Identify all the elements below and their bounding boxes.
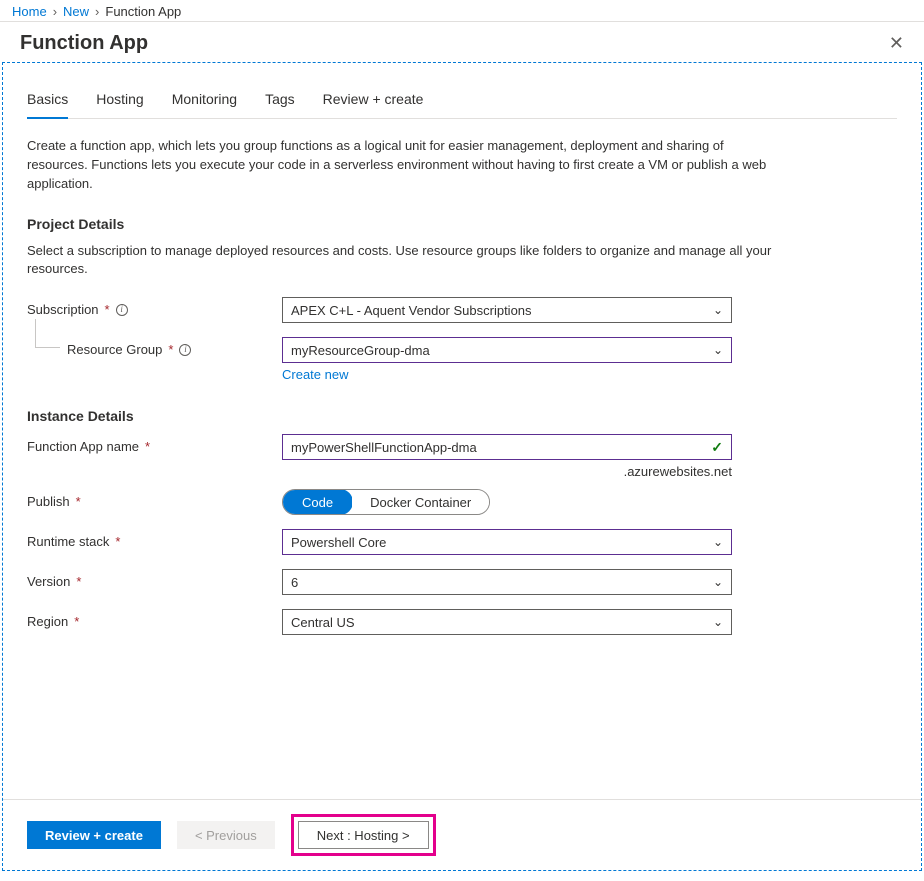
domain-suffix: .azurewebsites.net — [282, 464, 732, 479]
review-create-button[interactable]: Review + create — [27, 821, 161, 849]
label-publish: Publish* — [27, 489, 282, 509]
label-subscription: Subscription* i — [27, 297, 282, 317]
breadcrumb: Home › New › Function App — [0, 0, 924, 22]
chevron-right-icon: › — [95, 4, 99, 19]
create-new-link[interactable]: Create new — [282, 367, 348, 382]
tab-strip: Basics Hosting Monitoring Tags Review + … — [27, 91, 897, 119]
chevron-down-icon: ⌄ — [713, 615, 723, 629]
chevron-down-icon: ⌄ — [713, 535, 723, 549]
subscription-select[interactable]: APEX C+L - Aquent Vendor Subscriptions ⌄ — [282, 297, 732, 323]
function-app-name-input[interactable]: myPowerShellFunctionApp-dma ✓ — [282, 434, 732, 460]
close-icon[interactable]: ✕ — [885, 30, 908, 56]
section-project-desc: Select a subscription to manage deployed… — [27, 242, 787, 280]
wizard-footer: Review + create < Previous Next : Hostin… — [3, 799, 921, 870]
breadcrumb-home[interactable]: Home — [12, 4, 47, 19]
breadcrumb-current: Function App — [105, 4, 181, 19]
runtime-stack-select[interactable]: Powershell Core ⌄ — [282, 529, 732, 555]
section-project-details: Project Details — [27, 216, 897, 232]
label-runtime-stack: Runtime stack* — [27, 529, 282, 549]
page-title: Function App — [20, 32, 148, 55]
chevron-down-icon: ⌄ — [713, 303, 723, 317]
tab-review-create[interactable]: Review + create — [323, 91, 424, 118]
version-select[interactable]: 6 ⌄ — [282, 569, 732, 595]
chevron-down-icon: ⌄ — [713, 343, 723, 357]
checkmark-icon: ✓ — [711, 439, 723, 456]
next-hosting-button[interactable]: Next : Hosting > — [298, 821, 429, 849]
breadcrumb-new[interactable]: New — [63, 4, 89, 19]
tab-basics[interactable]: Basics — [27, 91, 68, 119]
publish-code-option[interactable]: Code — [282, 489, 353, 515]
publish-docker-option[interactable]: Docker Container — [352, 490, 489, 514]
label-function-app-name: Function App name* — [27, 434, 282, 454]
publish-toggle: Code Docker Container — [282, 489, 490, 515]
previous-button: < Previous — [177, 821, 275, 849]
tab-tags[interactable]: Tags — [265, 91, 295, 118]
info-icon[interactable]: i — [179, 344, 191, 356]
intro-text: Create a function app, which lets you gr… — [27, 137, 787, 194]
chevron-down-icon: ⌄ — [713, 575, 723, 589]
section-instance-details: Instance Details — [27, 408, 897, 424]
info-icon[interactable]: i — [116, 304, 128, 316]
tab-hosting[interactable]: Hosting — [96, 91, 143, 118]
region-select[interactable]: Central US ⌄ — [282, 609, 732, 635]
tab-monitoring[interactable]: Monitoring — [172, 91, 237, 118]
chevron-right-icon: › — [53, 4, 57, 19]
label-version: Version* — [27, 569, 282, 589]
label-region: Region* — [27, 609, 282, 629]
label-resource-group: Resource Group* i — [27, 337, 282, 357]
resource-group-select[interactable]: myResourceGroup-dma ⌄ — [282, 337, 732, 363]
next-button-highlight: Next : Hosting > — [291, 814, 436, 856]
